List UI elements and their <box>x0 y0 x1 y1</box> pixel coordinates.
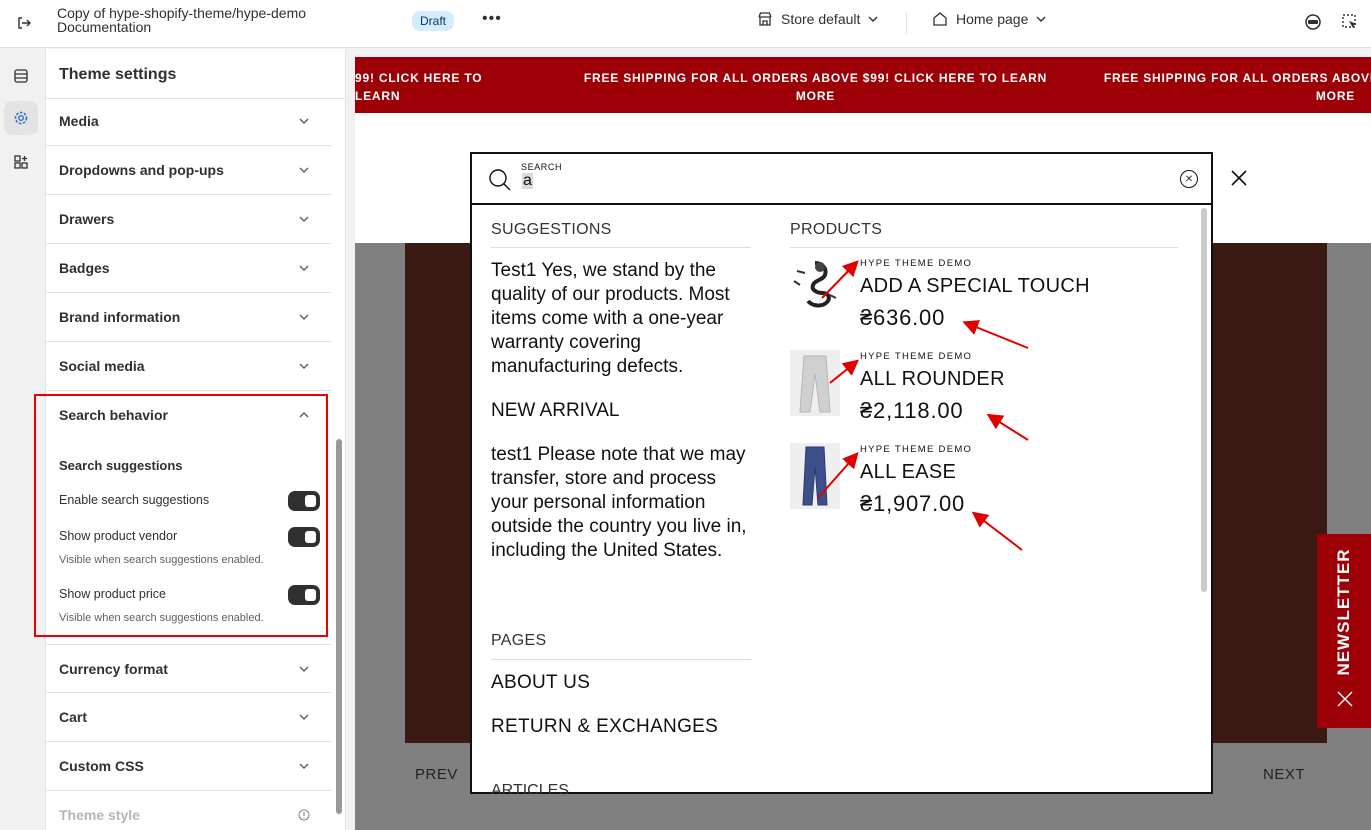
product-title[interactable]: ADD A SPECIAL TOUCH <box>860 275 1090 298</box>
store-select[interactable]: Store default <box>757 11 878 27</box>
divider <box>491 247 751 248</box>
top-bar: Copy of hype-shopify-theme/hype-demo Doc… <box>0 0 1371 48</box>
chevron-down-icon <box>299 666 309 673</box>
products-heading: PRODUCTS <box>790 221 883 238</box>
close-icon[interactable] <box>1230 169 1248 187</box>
product-title[interactable]: ALL ROUNDER <box>860 368 1005 391</box>
section-currency-format[interactable]: Currency format <box>46 644 332 693</box>
chevron-down-icon <box>868 16 878 22</box>
pages-heading: PAGES <box>491 632 547 649</box>
close-icon[interactable] <box>1336 690 1354 708</box>
chevron-down-icon <box>299 167 309 174</box>
section-label: Currency format <box>59 661 168 677</box>
divider <box>491 659 751 660</box>
product-price: ₴636.00 <box>860 305 946 330</box>
section-label: Media <box>59 113 99 129</box>
search-field[interactable]: SEARCH a ✕ <box>472 154 1211 205</box>
product-price: ₴1,907.00 <box>860 491 966 516</box>
divider <box>790 247 1178 248</box>
section-dropdowns[interactable]: Dropdowns and pop-ups <box>46 146 332 195</box>
announcement-text: FREE SHIPPING FOR ALL ORDERS ABOVE $99! … <box>1103 71 1371 103</box>
sections-icon[interactable] <box>4 59 38 93</box>
search-input[interactable]: a <box>522 173 533 189</box>
chevron-down-icon <box>299 118 309 125</box>
annotation-highlight-box <box>34 394 328 637</box>
page-link[interactable]: RETURN & EXCHANGES <box>491 716 718 738</box>
theme-title-line1: Copy of hype-shopify-theme/hype-demo <box>57 5 307 21</box>
product-vendor: HYPE THEME DEMO <box>860 444 973 455</box>
search-icon <box>489 169 511 191</box>
panel-scrollbar[interactable] <box>336 439 342 814</box>
product-vendor: HYPE THEME DEMO <box>860 258 973 269</box>
chevron-down-icon <box>299 763 309 770</box>
more-actions-button[interactable]: ••• <box>482 10 502 30</box>
theme-title-line2: Documentation <box>57 19 152 35</box>
announcement-text: 99! CLICK HERE TO LEARN <box>355 71 483 103</box>
suggestion-item[interactable]: test1 Please note that we may transfer, … <box>491 443 753 563</box>
home-icon <box>933 12 947 26</box>
store-icon <box>758 12 772 26</box>
section-label: Dropdowns and pop-ups <box>59 162 224 178</box>
section-cart[interactable]: Cart <box>46 693 332 742</box>
product-price: ₴2,118.00 <box>860 398 964 423</box>
preview-mode-icon[interactable] <box>1303 12 1323 32</box>
status-badge: Draft <box>412 11 455 31</box>
section-brand-information[interactable]: Brand information <box>46 293 332 342</box>
product-title[interactable]: ALL EASE <box>860 461 956 484</box>
newsletter-tab[interactable]: NEWSLETTER <box>1317 534 1371 728</box>
section-theme-style[interactable]: Theme style <box>46 791 332 830</box>
clear-search-icon[interactable]: ✕ <box>1180 170 1198 188</box>
section-label: Drawers <box>59 211 115 227</box>
gear-icon[interactable] <box>4 101 38 135</box>
suggestion-item[interactable]: NEW ARRIVAL <box>491 399 753 423</box>
chevron-down-icon <box>299 363 309 370</box>
section-social-media[interactable]: Social media <box>46 342 332 391</box>
chevron-down-icon <box>299 314 309 321</box>
product-thumbnail[interactable] <box>790 255 840 321</box>
chevron-down-icon <box>299 714 309 721</box>
chevron-down-icon <box>1036 16 1046 22</box>
predictive-search-popup: SEARCH a ✕ SUGGESTIONS Test1 Yes, we sta… <box>470 152 1213 794</box>
popup-scrollbar[interactable] <box>1201 208 1207 592</box>
next-slide-button[interactable]: NEXT <box>1263 766 1305 783</box>
apps-icon[interactable] <box>4 145 38 179</box>
product-thumbnail[interactable] <box>790 350 840 416</box>
section-label: Brand information <box>59 309 181 325</box>
chevron-down-icon <box>299 216 309 223</box>
info-icon <box>298 809 310 821</box>
section-media[interactable]: Media <box>46 97 332 146</box>
announcement-text: FREE SHIPPING FOR ALL ORDERS ABOVE $99! … <box>583 71 1048 103</box>
section-label: Custom CSS <box>59 758 144 774</box>
hero-image <box>1197 243 1327 743</box>
page-select-label: Home page <box>956 11 1029 27</box>
section-drawers[interactable]: Drawers <box>46 195 332 244</box>
section-label: Badges <box>59 260 110 276</box>
suggestion-item[interactable]: Test1 Yes, we stand by the quality of ou… <box>491 259 753 379</box>
store-select-label: Store default <box>781 11 861 27</box>
page-link[interactable]: ABOUT US <box>491 672 590 694</box>
section-badges[interactable]: Badges <box>46 244 332 293</box>
exit-icon[interactable] <box>10 9 38 37</box>
newsletter-label: NEWSLETTER <box>1334 548 1353 676</box>
page-select[interactable]: Home page <box>932 11 1046 27</box>
announcement-bar[interactable]: 99! CLICK HERE TO LEARN FREE SHIPPING FO… <box>355 57 1371 113</box>
section-label: Theme style <box>59 807 140 823</box>
theme-title: Copy of hype-shopify-theme/hype-demo Doc… <box>57 6 306 34</box>
panel-title: Theme settings <box>59 66 177 83</box>
inspector-icon[interactable] <box>1340 12 1360 32</box>
divider <box>906 12 907 34</box>
articles-heading: ARTICLES <box>491 782 569 794</box>
section-custom-css[interactable]: Custom CSS <box>46 742 332 791</box>
search-field-label: SEARCH <box>521 162 563 172</box>
suggestions-heading: SUGGESTIONS <box>491 221 612 238</box>
product-thumbnail[interactable] <box>790 443 840 509</box>
chevron-down-icon <box>299 265 309 272</box>
section-label: Cart <box>59 709 88 725</box>
icon-rail <box>0 49 38 830</box>
product-vendor: HYPE THEME DEMO <box>860 351 973 362</box>
section-label: Social media <box>59 358 145 374</box>
prev-slide-button[interactable]: PREV <box>415 766 458 783</box>
